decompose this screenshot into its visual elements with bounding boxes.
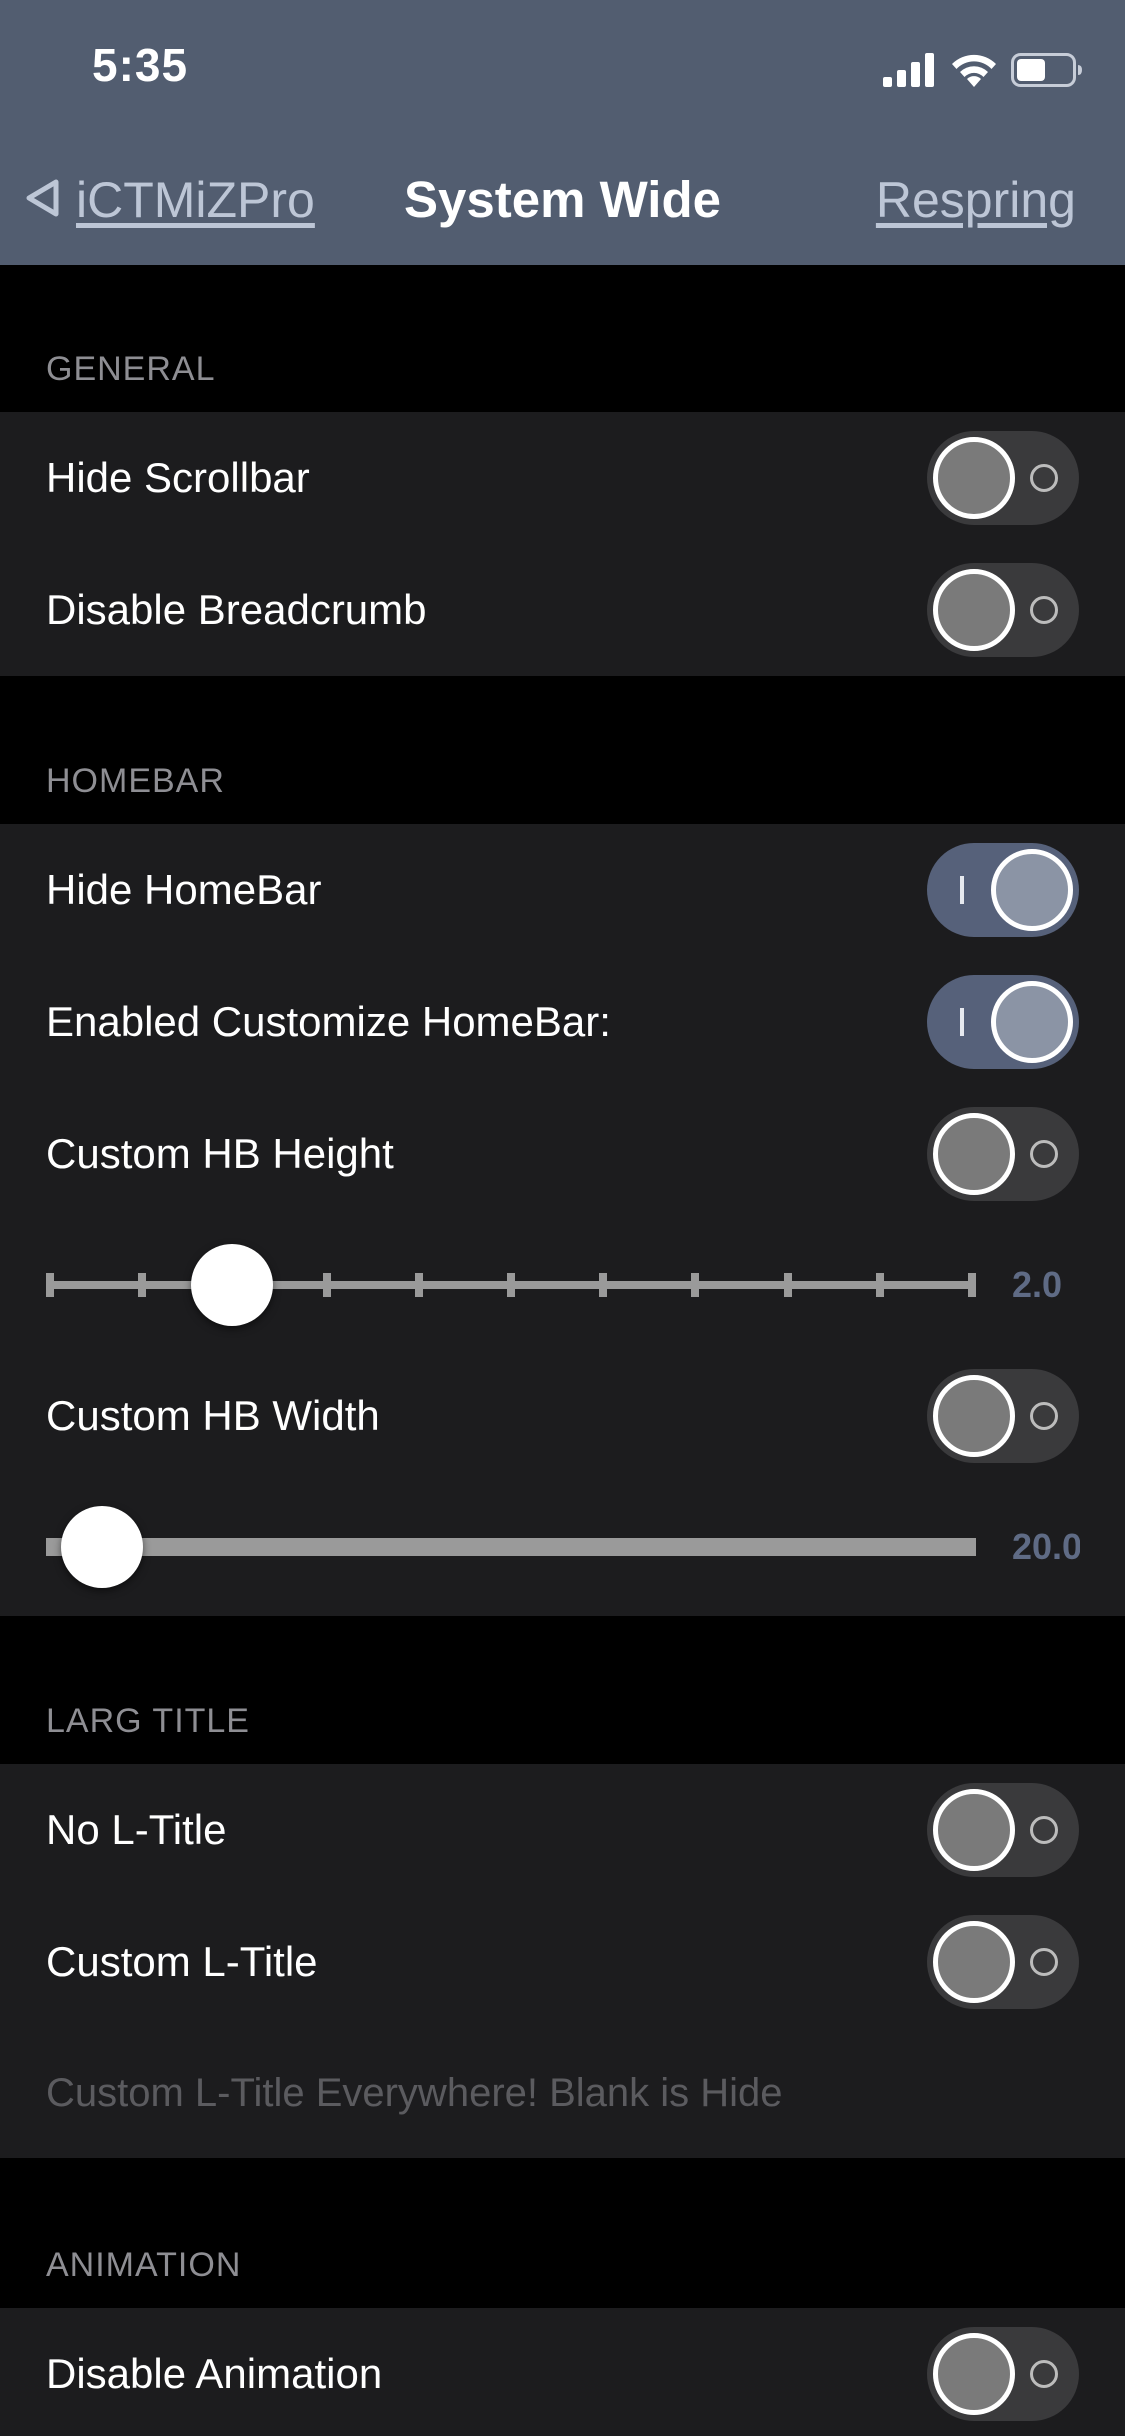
cellular-signal-icon [883,53,937,87]
group-general: Hide Scrollbar Disable Breadcrumb [0,412,1125,676]
switch-knob [991,981,1073,1063]
slider-tick [691,1273,700,1297]
disable-breadcrumb-switch[interactable] [927,563,1079,657]
custom-l-title-label: Custom L-Title [46,1938,318,1985]
group-homebar: Hide HomeBar Enabled Customize HomeBar: … [0,824,1125,1616]
switch-knob [933,2333,1015,2415]
row-custom-hb-height: Custom HB Height [0,1088,1125,1220]
slider-tick [507,1273,515,1297]
slider-tick [414,1273,423,1297]
back-button-label: iCTMiZPro [76,172,315,228]
switch-off-indicator [1030,1816,1058,1844]
hb-height-slider-thumb[interactable] [191,1244,273,1326]
row-disable-breadcrumb: Disable Breadcrumb [0,544,1125,676]
hb-height-slider-row: 2.0 [0,1220,1125,1350]
custom-hb-width-switch[interactable] [927,1369,1079,1463]
slider-tick [783,1273,792,1297]
hb-width-slider-row: 20.0 [0,1482,1125,1612]
settings-screen: 5:35 System Wide iCTMiZPro Respring GENE… [0,0,1125,2436]
custom-hb-width-label: Custom HB Width [46,1392,380,1439]
group-animation: Disable Animation [0,2308,1125,2436]
hb-width-slider-thumb[interactable] [60,1506,143,1588]
row-no-l-title: No L-Title [0,1764,1125,1896]
row-custom-l-title: Custom L-Title [0,1896,1125,2028]
switch-knob [933,1375,1015,1457]
custom-hb-height-switch[interactable] [927,1107,1079,1201]
section-header-animation: ANIMATION [46,2246,242,2284]
group-large-title: No L-Title Custom L-Title Custom L-Title… [0,1764,1125,2158]
switch-off-indicator [1030,596,1058,624]
slider-tick [46,1273,54,1297]
row-custom-hb-width: Custom HB Width [0,1350,1125,1482]
switch-off-indicator [1030,1140,1058,1168]
switch-on-indicator [960,876,964,904]
section-header-large-title: LARG TITLE [46,1702,250,1740]
status-time: 5:35 [92,39,189,91]
hb-width-value: 20.0 [1012,1526,1080,1567]
switch-off-indicator [1030,2360,1058,2388]
disable-breadcrumb-label: Disable Breadcrumb [46,586,427,633]
section-header-general: GENERAL [46,350,216,388]
hide-scrollbar-label: Hide Scrollbar [46,454,310,501]
switch-off-indicator [1030,1402,1058,1430]
back-arrow-icon [22,176,62,225]
enabled-customize-homebar-switch[interactable] [927,975,1079,1069]
no-l-title-switch[interactable] [927,1783,1079,1877]
no-l-title-label: No L-Title [46,1806,227,1853]
status-icons [883,50,1083,90]
respring-button[interactable]: Respring [876,165,1076,235]
switch-off-indicator [1030,464,1058,492]
slider-tick [968,1273,976,1297]
disable-animation-switch[interactable] [927,2327,1079,2421]
switch-knob [933,437,1015,519]
enabled-customize-homebar-label: Enabled Customize HomeBar: [46,998,611,1045]
hb-height-value: 2.0 [1012,1264,1063,1305]
battery-icon [1011,53,1083,87]
section-header-homebar: HOMEBAR [46,762,225,800]
disable-animation-label: Disable Animation [46,2350,383,2397]
hide-scrollbar-switch[interactable] [927,431,1079,525]
switch-on-indicator [960,1008,964,1036]
switch-off-indicator [1030,1948,1058,1976]
custom-l-title-text-field[interactable]: Custom L-Title Everywhere! Blank is Hide [46,2028,783,2158]
slider-tick [599,1273,608,1297]
slider-tick [875,1273,884,1297]
switch-knob [933,1789,1015,1871]
switch-knob [991,849,1073,931]
hide-homebar-label: Hide HomeBar [46,866,322,913]
row-hide-scrollbar: Hide Scrollbar [0,412,1125,544]
switch-knob [933,569,1015,651]
row-enabled-customize-homebar: Enabled Customize HomeBar: [0,956,1125,1088]
switch-knob [933,1921,1015,2003]
back-button[interactable]: iCTMiZPro [22,165,315,235]
slider-tick [138,1273,147,1297]
switch-knob [933,1113,1015,1195]
hb-width-slider[interactable] [46,1538,976,1556]
hb-height-slider[interactable] [46,1273,976,1297]
wifi-icon [951,53,997,87]
row-hide-homebar: Hide HomeBar [0,824,1125,956]
slider-tick [322,1273,331,1297]
hide-homebar-switch[interactable] [927,843,1079,937]
custom-l-title-switch[interactable] [927,1915,1079,2009]
custom-hb-height-label: Custom HB Height [46,1130,394,1177]
navigation-bar: 5:35 System Wide iCTMiZPro Respring [0,0,1125,265]
row-disable-animation: Disable Animation [0,2308,1125,2436]
